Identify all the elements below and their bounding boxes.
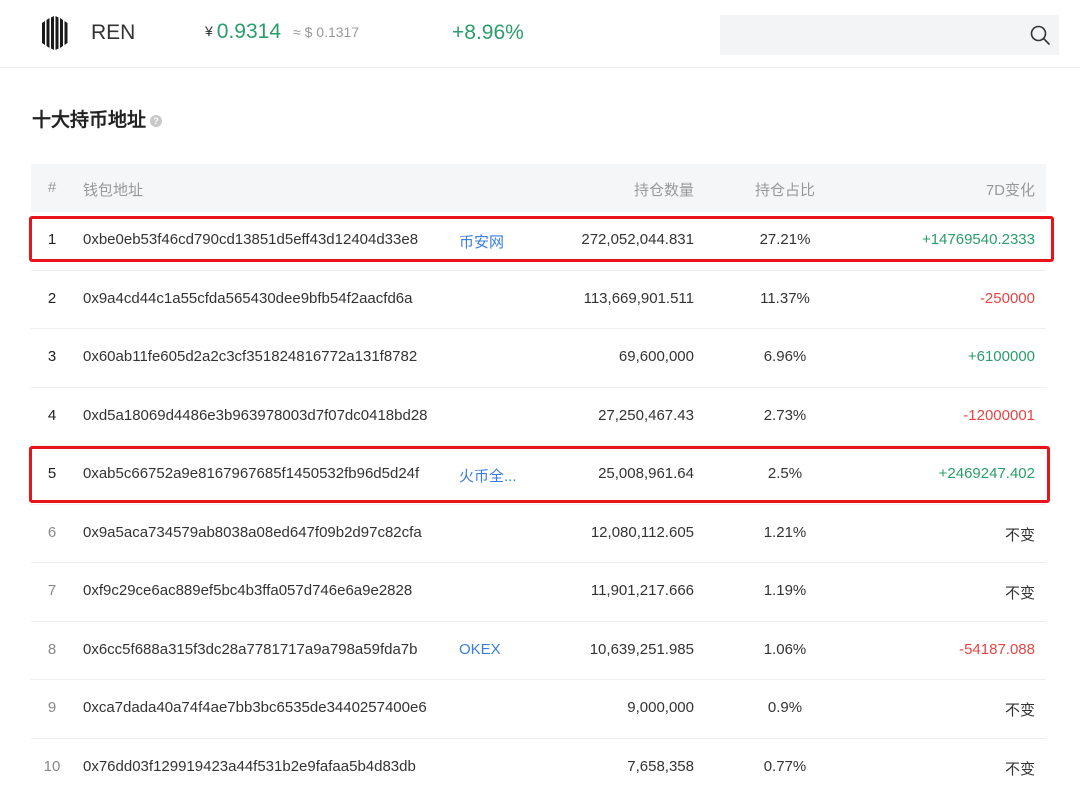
exchange-tag-link[interactable]: OKEX [459,641,501,658]
holder-7d-change: +14769540.2333 [921,231,1035,248]
table-row[interactable]: 4 0xd5a18069d4486e3b963978003d7f07dc0418b… [31,388,1046,446]
holder-address-link[interactable]: 0xf9c29ce6ac889ef5bc4b3ffa057d746e6a9e28… [83,582,412,599]
holder-percent: 11.37% [760,289,810,307]
table-row[interactable]: 10 0x76dd03f129919423a44f531b2e9fafaa5b4d… [31,739,1046,792]
col-rank: # [47,179,57,196]
ren-logo-icon [42,16,68,50]
top-holders-table: # 钱包地址 持仓数量 持仓占比 7D变化 1 0xbe0eb53f46cd790… [31,164,1046,792]
holder-address-link[interactable]: 0xd5a18069d4486e3b963978003d7f07dc0418bd… [83,407,428,424]
holder-quantity: 69,600,000 [618,348,694,365]
coin-name: REN [91,21,136,44]
holder-address-link[interactable]: 0x60ab11fe605d2a2c3cf351824816772a131f87… [83,348,417,365]
table-body: 1 0xbe0eb53f46cd790cd13851d5eff43d12404d3… [31,212,1046,792]
holder-quantity: 12,080,112.605 [590,523,694,541]
section-title: 十大持币地址? [32,105,163,132]
holder-quantity: 9,000,000 [627,699,694,716]
holder-address-link[interactable]: 0x9a4cd44c1a55cfda565430dee9bfb54f2aacfd… [83,290,412,307]
holder-rank: 1 [47,231,57,248]
holder-7d-change: 不变 [1004,702,1035,719]
holder-7d-change: 不变 [1004,760,1035,778]
table-row[interactable]: 9 0xca7dada40a74f4ae7bb3bc6535de344025740… [31,680,1046,739]
holder-percent: 27.21% [759,231,811,248]
holder-percent: 2.5% [767,465,803,482]
table-row[interactable]: 5 0xab5c66752a9e8167967685f1450532fb96d5d… [31,446,1046,505]
table-row[interactable]: 7 0xf9c29ce6ac889ef5bc4b3ffa057d746e6a9e2… [31,563,1046,622]
holder-7d-change: -12000001 [963,406,1035,424]
holder-rank: 4 [47,406,57,424]
table-header: # 钱包地址 持仓数量 持仓占比 7D变化 [31,164,1046,212]
holder-7d-change: -54187.088 [959,640,1035,658]
holder-address-link[interactable]: 0x76dd03f129919423a44f531b2e9fafaa5b4d83… [83,758,416,775]
holder-rank: 10 [43,757,61,775]
holder-percent: 1.21% [763,523,807,541]
holder-percent: 2.73% [763,406,807,424]
holder-rank: 2 [47,289,57,307]
exchange-tag-link[interactable]: 币安网 [459,231,504,252]
holder-quantity: 113,669,901.511 [583,289,694,307]
price-change-percent: +8.96% [452,21,524,44]
table-row[interactable]: 1 0xbe0eb53f46cd790cd13851d5eff43d12404d3… [31,212,1046,271]
holder-quantity: 27,250,467.43 [598,406,694,424]
holder-7d-change: +2469247.402 [938,465,1035,482]
table-row[interactable]: 8 0x6cc5f688a315f3dc28a7781717a9a798a59fd… [31,622,1046,680]
holder-rank: 8 [47,640,57,658]
holder-percent: 1.19% [763,582,807,599]
table-row[interactable]: 3 0x60ab11fe605d2a2c3cf351824816772a131f8… [31,329,1046,388]
holder-rank: 3 [47,348,57,365]
holder-rank: 7 [47,582,57,599]
coin-header: REN ¥0.9314 ≈ $ 0.1317 +8.96% [0,0,1080,68]
holder-address-link[interactable]: 0x6cc5f688a315f3dc28a7781717a9a798a59fda… [83,641,417,658]
holder-7d-change: +6100000 [967,348,1035,365]
holder-quantity: 25,008,961.64 [598,465,694,482]
price-block: ¥0.9314 ≈ $ 0.1317 [205,20,359,44]
price-usd: ≈ $ 0.1317 [293,24,360,40]
holder-percent: 6.96% [763,348,807,365]
search-icon[interactable] [1029,24,1051,46]
holder-percent: 0.9% [767,699,803,716]
col-quantity: 持仓数量 [633,182,694,199]
help-icon[interactable]: ? [150,115,163,127]
holder-address-link[interactable]: 0xab5c66752a9e8167967685f1450532fb96d5d2… [83,465,419,482]
holder-rank: 6 [47,523,57,541]
holder-7d-change: 不变 [1004,585,1035,602]
table-row[interactable]: 6 0x9a5aca734579ab8038a08ed647f09b2d97c82… [31,505,1046,563]
table-row[interactable]: 2 0x9a4cd44c1a55cfda565430dee9bfb54f2aacf… [31,271,1046,329]
price-currency-symbol: ¥ [205,23,213,39]
holder-7d-change: -250000 [979,289,1035,307]
section-title-text: 十大持币地址 [32,110,147,131]
holder-rank: 5 [47,465,57,482]
holder-address-link[interactable]: 0xca7dada40a74f4ae7bb3bc6535de3440257400… [83,699,427,716]
holder-percent: 1.06% [763,640,807,658]
col-7d-change: 7D变化 [985,182,1035,199]
holder-percent: 0.77% [763,757,807,775]
holder-7d-change: 不变 [1004,526,1035,544]
holder-quantity: 11,901,217.666 [590,582,694,599]
price-cny: 0.9314 [216,20,282,43]
holder-address-link[interactable]: 0x9a5aca734579ab8038a08ed647f09b2d97c82c… [83,524,422,541]
col-percent: 持仓占比 [754,182,815,199]
holder-rank: 9 [47,699,57,716]
holder-address-link[interactable]: 0xbe0eb53f46cd790cd13851d5eff43d12404d33… [83,231,418,248]
holder-quantity: 10,639,251.985 [589,640,694,658]
holder-quantity: 272,052,044.831 [581,231,694,248]
holder-quantity: 7,658,358 [627,757,694,775]
exchange-tag-link[interactable]: 火币全... [459,465,517,486]
col-address: 钱包地址 [83,182,144,199]
search-box[interactable] [720,15,1059,55]
